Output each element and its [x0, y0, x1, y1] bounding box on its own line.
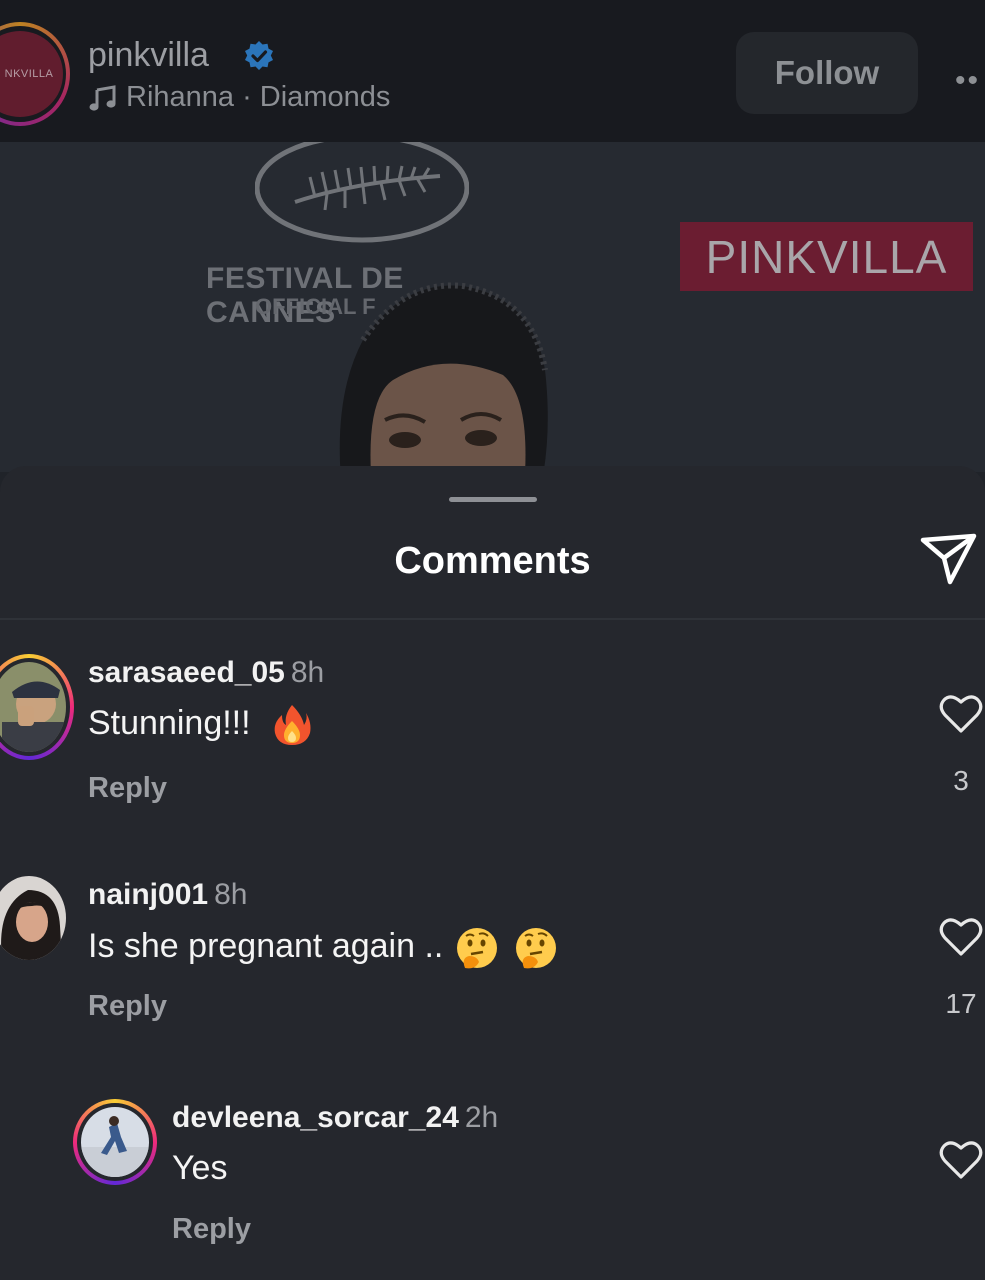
- account-name[interactable]: pinkvilla: [88, 36, 209, 75]
- music-note-icon: [89, 84, 116, 111]
- comment-username[interactable]: devleena_sorcar_24: [172, 1101, 459, 1134]
- post-media[interactable]: FESTIVAL DE CANNES OFFICIAL F PINKVILLA: [0, 142, 985, 472]
- thinking-face-emoji-icon: [516, 928, 557, 969]
- like-heart-icon[interactable]: [939, 917, 983, 957]
- comment-username[interactable]: sarasaeed_05: [88, 656, 285, 689]
- like-count: 3: [953, 765, 969, 796]
- reply-button[interactable]: Reply: [88, 772, 167, 805]
- comment-username[interactable]: nainj001: [88, 878, 208, 911]
- more-options-icon[interactable]: ••: [955, 64, 980, 98]
- music-attribution[interactable]: Rihanna · Diamonds: [88, 81, 390, 114]
- comment-text: Stunning!!!: [88, 703, 251, 742]
- fire-emoji-icon: [274, 705, 311, 745]
- music-label: Rihanna · Diamonds: [126, 81, 391, 113]
- celebrity-photo: [339, 282, 548, 472]
- reply-button[interactable]: Reply: [88, 990, 167, 1023]
- avatar-photo: [81, 1107, 149, 1177]
- comment-time: 8h: [290, 656, 325, 689]
- like-count: 17: [945, 988, 977, 1019]
- like-heart-icon[interactable]: [939, 694, 983, 734]
- comment-time: 8h: [214, 878, 248, 911]
- like-heart-icon[interactable]: [939, 1140, 983, 1180]
- verified-badge-icon: [245, 41, 273, 70]
- commenter-avatar[interactable]: [73, 1099, 157, 1185]
- account-avatar[interactable]: NKVILLA: [0, 22, 70, 126]
- post-header: NKVILLA pinkvilla Rihanna · Diamonds Fol…: [0, 0, 985, 142]
- comments-title: Comments: [394, 540, 591, 582]
- sheet-drag-handle[interactable]: [449, 497, 537, 502]
- comment-text: Yes: [172, 1149, 228, 1187]
- avatar-logo-text: NKVILLA: [0, 31, 63, 117]
- pinkvilla-banner: PINKVILLA: [680, 222, 973, 291]
- thinking-face-emoji-icon: [456, 928, 497, 969]
- divider: [0, 618, 985, 620]
- comment-time: 2h: [464, 1101, 499, 1134]
- cannes-palm-logo: [255, 142, 469, 243]
- comment-text: Is she pregnant again ..: [88, 926, 444, 965]
- share-send-icon[interactable]: [920, 530, 978, 588]
- reply-button[interactable]: Reply: [172, 1213, 251, 1246]
- follow-button[interactable]: Follow: [736, 32, 918, 114]
